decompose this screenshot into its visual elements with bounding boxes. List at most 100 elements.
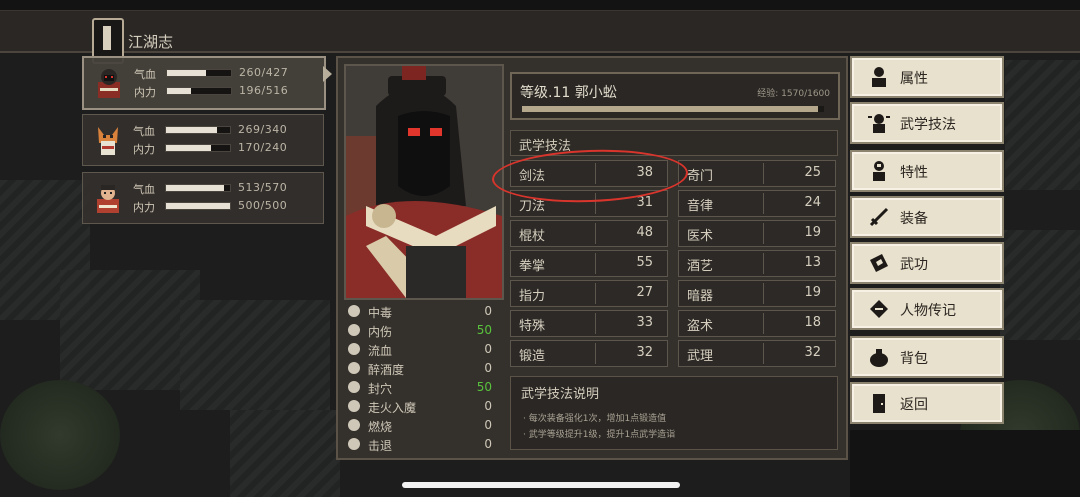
skill-value: 19: [804, 225, 821, 240]
skill-wine[interactable]: 酒艺 13: [678, 250, 836, 277]
trait-icon: [873, 161, 885, 181]
sword-icon: [869, 207, 889, 227]
skill-martial-theory[interactable]: 武理 32: [678, 340, 836, 367]
level-panel: 等级.11 郭小蚣 经验: 1570/1600: [510, 72, 840, 120]
bag-icon: [870, 349, 888, 367]
menu-equipment-button[interactable]: 装备: [850, 196, 1004, 238]
status-internal-injury: 内伤 50: [344, 321, 500, 339]
party-member-1[interactable]: 气血 260/427 内力 196/516: [82, 56, 326, 110]
character-portrait: [344, 64, 504, 300]
menu-kungfu-button[interactable]: 武功: [850, 242, 1004, 284]
acupoint-icon: [348, 381, 360, 393]
status-value: 50: [476, 380, 492, 394]
drunk-icon: [348, 362, 360, 374]
fox-portrait-icon: [98, 127, 118, 155]
skill-staff[interactable]: 棍杖 48: [510, 220, 668, 247]
hp-value: 260/427: [239, 66, 289, 79]
skill-medicine[interactable]: 医术 19: [678, 220, 836, 247]
description-title: 武学技法说明: [521, 387, 600, 402]
skill-name: 武理: [687, 349, 714, 364]
skill-value: 27: [636, 285, 653, 300]
menu-label: 装备: [900, 211, 928, 227]
menu-biography-button[interactable]: 人物传记: [850, 288, 1004, 330]
skill-value: 33: [636, 315, 653, 330]
skill-special[interactable]: 特殊 33: [510, 310, 668, 337]
menu-traits-button[interactable]: 特性: [850, 150, 1004, 192]
skill-value: 32: [804, 345, 821, 360]
mp-value: 196/516: [239, 84, 289, 97]
status-name: 内伤: [368, 325, 393, 339]
hp-bar: [166, 69, 232, 77]
menu-back-button[interactable]: 返回: [850, 382, 1004, 424]
page-title: 江湖志: [128, 33, 174, 51]
mp-label: 内力: [133, 143, 155, 156]
skill-music[interactable]: 音律 24: [678, 190, 836, 217]
hp-bar: [165, 126, 231, 134]
selected-arrow-icon: [323, 66, 332, 82]
skill-fist[interactable]: 拳掌 55: [510, 250, 668, 277]
skill-value: 55: [636, 255, 653, 270]
hp-label: 气血: [133, 125, 155, 138]
mp-label: 内力: [134, 86, 156, 99]
status-value: 0: [484, 418, 492, 432]
broken-heart-icon: [348, 324, 360, 336]
mp-value: 170/240: [238, 141, 288, 154]
skill-value: 31: [636, 195, 653, 210]
menu-martial-skills-button[interactable]: 武学技法: [850, 102, 1004, 144]
status-value: 0: [484, 437, 492, 451]
skill-name: 特殊: [519, 319, 546, 334]
skill-finger[interactable]: 指力 27: [510, 280, 668, 307]
menu-label: 背包: [900, 351, 928, 367]
mp-bar: [165, 144, 231, 152]
skill-name: 音律: [687, 199, 714, 214]
skill-value: 13: [804, 255, 821, 270]
menu-label: 武学技法: [900, 117, 956, 133]
fire-icon: [348, 419, 360, 431]
manual-book-icon: [870, 254, 888, 272]
skill-value: 32: [636, 345, 653, 360]
level-and-name: 等级.11 郭小蚣: [520, 85, 617, 101]
skills-description: 武学技法说明 · 每次装备强化1次，增加1点锻造值 · 武学等级提升1级，提升1…: [510, 376, 838, 450]
status-qi-deviation: 走火入魔 0: [344, 397, 500, 415]
skill-forging[interactable]: 锻造 32: [510, 340, 668, 367]
status-name: 中毒: [368, 306, 393, 320]
description-line: · 每次装备强化1次，增加1点锻造值: [523, 414, 667, 424]
hp-label: 气血: [134, 68, 156, 81]
masked-swordsman-illustration: [346, 66, 502, 298]
skill-name: 暗器: [687, 289, 714, 304]
exp-bar: [522, 106, 824, 112]
status-value: 0: [484, 399, 492, 413]
skill-hidden-weapon[interactable]: 暗器 19: [678, 280, 836, 307]
status-name: 击退: [368, 439, 393, 453]
menu-label: 属性: [900, 71, 928, 87]
skill-value: 48: [636, 225, 653, 240]
status-drunk: 醉酒度 0: [344, 359, 500, 377]
status-poison: 中毒 0: [344, 302, 500, 320]
status-acupoint-sealed: 封穴 50: [344, 378, 500, 396]
skill-qimen[interactable]: 奇门 25: [678, 160, 836, 187]
home-indicator[interactable]: [402, 482, 680, 488]
top-bar: 江湖志: [0, 10, 1080, 64]
martial-arts-icon: [868, 114, 890, 133]
skill-theft[interactable]: 盗术 18: [678, 310, 836, 337]
skill-name: 锻造: [519, 349, 546, 364]
demon-icon: [348, 400, 360, 412]
skill-name: 奇门: [687, 169, 714, 184]
skill-name: 拳掌: [519, 259, 546, 274]
status-value: 0: [484, 304, 492, 318]
hp-label: 气血: [133, 183, 155, 196]
skill-value: 25: [804, 165, 821, 180]
menu-label: 特性: [900, 165, 928, 181]
status-name: 走火入魔: [368, 401, 417, 415]
menu-bag-button[interactable]: 背包: [850, 336, 1004, 378]
status-name: 流血: [368, 344, 393, 358]
menu-attributes-button[interactable]: 属性: [850, 56, 1004, 98]
skill-name: 指力: [519, 289, 546, 304]
skill-name: 酒艺: [687, 259, 714, 274]
status-value: 0: [484, 342, 492, 356]
status-name: 醉酒度: [368, 363, 405, 377]
party-member-2[interactable]: 气血 269/340 内力 170/240: [82, 114, 324, 166]
skill-value: 24: [804, 195, 821, 210]
party-member-3[interactable]: 气血 513/570 内力 500/500: [82, 172, 324, 224]
menu-label: 人物传记: [900, 303, 956, 319]
